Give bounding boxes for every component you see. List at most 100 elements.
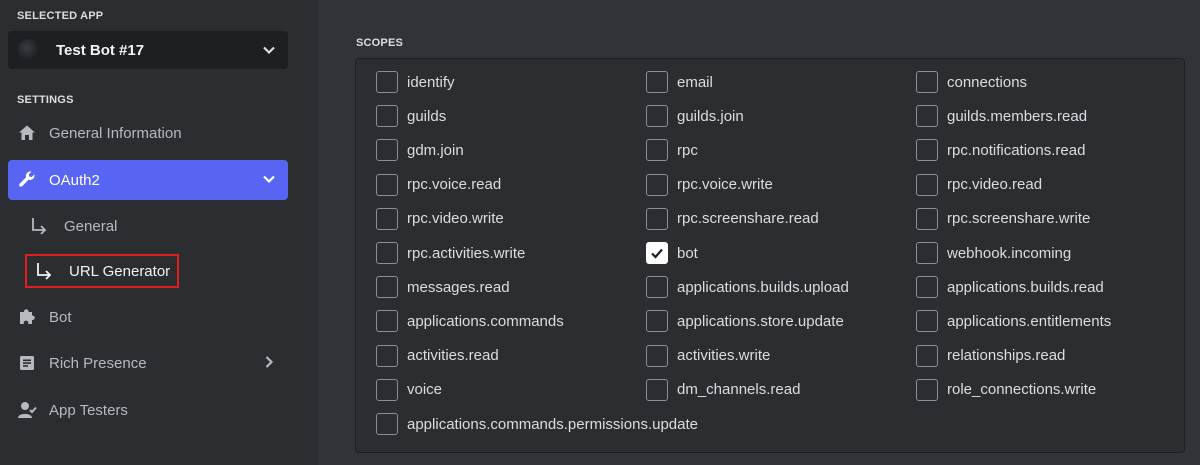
scope-label: applications.entitlements	[947, 312, 1112, 330]
checkmark-icon	[651, 248, 663, 259]
home-icon	[17, 123, 37, 143]
sidebar-item-app-testers[interactable]: App Testers	[8, 390, 288, 430]
scope-rpc-activities-write[interactable]: rpc.activities.write	[376, 241, 525, 265]
scope-checkbox[interactable]	[376, 173, 398, 196]
sidebar-subitem-general[interactable]: General	[30, 208, 117, 244]
scope-checkbox[interactable]	[916, 276, 938, 299]
scope-checkbox[interactable]	[376, 413, 398, 435]
scope-voice[interactable]: voice	[376, 378, 442, 402]
scope-label: activities.write	[677, 347, 771, 365]
scope-checkbox[interactable]	[916, 242, 938, 264]
scope-label: applications.commands	[407, 312, 564, 330]
scopes-panel: identify guilds gdm.join rpc.voice.read rpc.…	[355, 58, 1185, 453]
scope-label: bot	[677, 244, 698, 262]
scope-applications-entitlements[interactable]: applications.entitlements	[916, 309, 1111, 333]
scope-label: gdm.join	[407, 141, 464, 159]
chevron-right-icon	[262, 355, 276, 373]
sidebar-item-label: Bot	[49, 308, 72, 326]
puzzle-icon	[17, 307, 37, 327]
scope-checkbox[interactable]	[646, 139, 668, 162]
scope-checkbox[interactable]	[376, 344, 398, 367]
scope-label: rpc.notifications.read	[947, 141, 1086, 159]
scope-checkbox[interactable]	[646, 105, 668, 128]
app-selector[interactable]: Test Bot #17	[8, 31, 288, 69]
scope-label: applications.commands.permissions.update	[407, 415, 698, 433]
scope-guilds-join[interactable]: guilds.join	[646, 104, 744, 128]
scope-checkbox[interactable]	[646, 71, 668, 93]
sidebar-item-rich-presence[interactable]: Rich Presence	[8, 343, 288, 383]
scope-checkbox[interactable]	[376, 378, 398, 401]
scope-label: rpc	[677, 141, 698, 159]
sidebar-item-label: URL Generator	[69, 262, 171, 280]
scope-applications-builds-read[interactable]: applications.builds.read	[916, 275, 1104, 299]
scope-checkbox[interactable]	[916, 139, 938, 162]
scope-rpc-screenshare-write[interactable]: rpc.screenshare.write	[916, 207, 1090, 231]
sidebar-subitem-url-generator[interactable]: URL Generator	[25, 254, 179, 288]
scope-checkbox[interactable]	[376, 207, 398, 230]
scope-checkbox[interactable]	[646, 242, 668, 264]
scope-label: applications.builds.upload	[677, 278, 849, 296]
scope-rpc[interactable]: rpc	[646, 138, 698, 162]
scope-gdm-join[interactable]: gdm.join	[376, 138, 464, 162]
scope-checkbox[interactable]	[916, 207, 938, 230]
scope-checkbox[interactable]	[376, 242, 398, 264]
scope-guilds[interactable]: guilds	[376, 104, 446, 128]
scope-relationships-read[interactable]: relationships.read	[916, 344, 1065, 368]
scope-activities-read[interactable]: activities.read	[376, 344, 499, 368]
scope-label: rpc.screenshare.write	[947, 210, 1091, 228]
scope-checkbox[interactable]	[916, 378, 938, 401]
scope-checkbox[interactable]	[646, 310, 668, 333]
scope-checkbox[interactable]	[916, 310, 938, 333]
scope-label: voice	[407, 381, 443, 399]
scope-checkbox[interactable]	[376, 71, 398, 93]
scope-identify[interactable]: identify	[376, 70, 455, 94]
scope-label: guilds.join	[677, 107, 744, 125]
sidebar-item-bot[interactable]: Bot	[8, 297, 288, 337]
scope-label: activities.read	[407, 347, 499, 365]
scope-guilds-members-read[interactable]: guilds.members.read	[916, 104, 1087, 128]
scope-checkbox[interactable]	[376, 105, 398, 128]
scope-applications-store-update[interactable]: applications.store.update	[646, 309, 844, 333]
sidebar: SELECTED APP Test Bot #17 SETTINGS Gener…	[0, 0, 318, 465]
wrench-icon	[17, 170, 37, 190]
scope-checkbox[interactable]	[646, 344, 668, 367]
scope-label: relationships.read	[947, 347, 1066, 365]
scope-label: email	[677, 73, 713, 91]
scope-rpc-screenshare-read[interactable]: rpc.screenshare.read	[646, 207, 819, 231]
scope-bot[interactable]: bot	[646, 241, 698, 265]
sidebar-item-label: Rich Presence	[49, 354, 147, 372]
scope-rpc-voice-read[interactable]: rpc.voice.read	[376, 173, 501, 197]
scope-checkbox[interactable]	[916, 71, 938, 93]
scope-checkbox[interactable]	[646, 378, 668, 401]
scope-checkbox[interactable]	[646, 276, 668, 299]
scope-webhook-incoming[interactable]: webhook.incoming	[916, 241, 1071, 265]
scope-dm-channels-read[interactable]: dm_channels.read	[646, 378, 800, 402]
scope-messages-read[interactable]: messages.read	[376, 275, 510, 299]
scope-checkbox[interactable]	[376, 310, 398, 333]
scope-applications-builds-upload[interactable]: applications.builds.upload	[646, 275, 849, 299]
scope-label: connections	[947, 73, 1028, 91]
sidebar-item-label: App Testers	[49, 401, 128, 419]
scope-checkbox[interactable]	[916, 173, 938, 196]
sidebar-item-oauth2[interactable]: OAuth2	[8, 160, 288, 200]
scope-checkbox[interactable]	[916, 105, 938, 128]
scope-checkbox[interactable]	[646, 207, 668, 230]
scope-rpc-notifications-read[interactable]: rpc.notifications.read	[916, 138, 1085, 162]
scope-checkbox[interactable]	[376, 276, 398, 299]
scope-label: applications.builds.read	[947, 278, 1104, 296]
scope-role-connections-write[interactable]: role_connections.write	[916, 378, 1096, 402]
scope-rpc-video-read[interactable]: rpc.video.read	[916, 173, 1042, 197]
scope-applications-commands-permissions-update[interactable]: applications.commands.permissions.update	[376, 412, 698, 436]
user-icon	[17, 400, 37, 420]
scope-checkbox[interactable]	[376, 139, 398, 162]
scope-applications-commands[interactable]: applications.commands	[376, 309, 564, 333]
scope-checkbox[interactable]	[916, 344, 938, 367]
scope-rpc-voice-write[interactable]: rpc.voice.write	[646, 173, 773, 197]
scope-connections[interactable]: connections	[916, 70, 1027, 94]
scope-email[interactable]: email	[646, 70, 713, 94]
sidebar-item-general-information[interactable]: General Information	[8, 113, 288, 153]
scope-activities-write[interactable]: activities.write	[646, 344, 770, 368]
sidebar-item-label: General Information	[49, 124, 182, 142]
scope-checkbox[interactable]	[646, 173, 668, 196]
scope-rpc-video-write[interactable]: rpc.video.write	[376, 207, 504, 231]
